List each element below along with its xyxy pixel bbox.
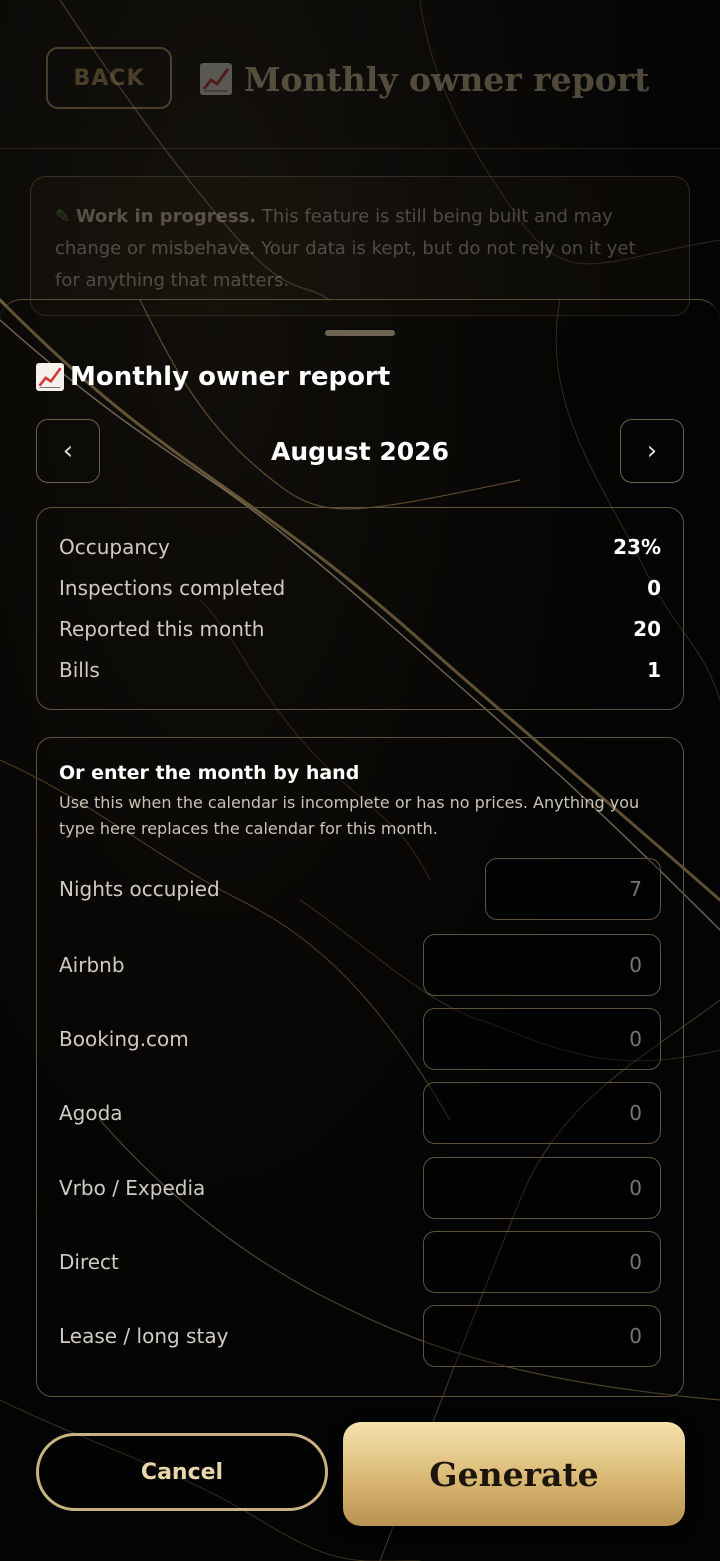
current-month: August 2026	[271, 436, 449, 466]
sheet-drag-handle[interactable]	[325, 330, 395, 336]
field-label: Lease / long stay	[59, 1324, 229, 1348]
background-page: BACK Monthly owner report ✎ Work in prog…	[0, 0, 720, 316]
pencil-icon: ✎	[55, 206, 71, 227]
stat-row: Inspections completed 0	[59, 567, 661, 608]
cancel-button[interactable]: Cancel	[36, 1433, 328, 1511]
field-nights-occupied: Nights occupied	[59, 858, 661, 920]
field-airbnb: Airbnb	[59, 934, 661, 996]
field-lease-long-stay: Lease / long stay	[59, 1305, 661, 1367]
stat-value: 20	[633, 616, 661, 641]
lease-long-stay-input[interactable]	[423, 1305, 661, 1367]
report-sheet: Monthly owner report ‹ August 2026 › Occ…	[0, 299, 720, 1561]
chart-increasing-icon	[200, 63, 232, 95]
month-navigator: ‹ August 2026 ›	[36, 419, 684, 483]
field-booking-com: Booking.com	[59, 1008, 661, 1070]
stat-value: 0	[647, 575, 661, 600]
stat-row: Bills 1	[59, 649, 661, 690]
notice-strong: Work in progress.	[75, 206, 257, 227]
sheet-title-text: Monthly owner report	[70, 362, 391, 392]
page-title-text: Monthly owner report	[244, 59, 650, 99]
vrbo-expedia-input[interactable]	[423, 1157, 661, 1219]
stat-label: Inspections completed	[59, 575, 286, 600]
back-button[interactable]: BACK	[46, 47, 172, 109]
field-agoda: Agoda	[59, 1082, 661, 1144]
chart-increasing-icon	[36, 363, 64, 391]
chevron-left-icon: ‹	[62, 436, 74, 466]
stats-card: Occupancy 23% Inspections completed 0 Re…	[36, 507, 684, 710]
field-label: Direct	[59, 1250, 119, 1274]
field-label: Vrbo / Expedia	[59, 1176, 206, 1200]
field-direct: Direct	[59, 1231, 661, 1293]
stat-row: Occupancy 23%	[59, 526, 661, 567]
stat-row: Reported this month 20	[59, 608, 661, 649]
work-in-progress-notice: ✎ Work in progress. This feature is stil…	[30, 176, 690, 316]
manual-entry-heading: Or enter the month by hand	[59, 762, 360, 784]
nights-occupied-input[interactable]	[485, 858, 661, 920]
page-title: Monthly owner report	[200, 54, 649, 104]
stat-label: Occupancy	[59, 534, 170, 559]
next-month-button[interactable]: ›	[620, 419, 684, 483]
booking-com-input[interactable]	[423, 1008, 661, 1070]
stat-label: Reported this month	[59, 616, 265, 641]
agoda-input[interactable]	[423, 1082, 661, 1144]
field-label: Agoda	[59, 1101, 123, 1125]
field-label: Nights occupied	[59, 877, 220, 901]
sheet-title: Monthly owner report	[36, 362, 390, 392]
header-divider	[0, 148, 720, 149]
stat-value: 23%	[613, 534, 661, 559]
stat-value: 1	[647, 657, 661, 682]
previous-month-button[interactable]: ‹	[36, 419, 100, 483]
direct-input[interactable]	[423, 1231, 661, 1293]
field-label: Booking.com	[59, 1027, 189, 1051]
generate-button[interactable]: Generate	[343, 1422, 685, 1526]
airbnb-input[interactable]	[423, 934, 661, 996]
field-vrbo-expedia: Vrbo / Expedia	[59, 1157, 661, 1219]
chevron-right-icon: ›	[646, 436, 658, 466]
stat-label: Bills	[59, 657, 100, 682]
field-label: Airbnb	[59, 953, 125, 977]
manual-entry-card: Or enter the month by hand Use this when…	[36, 737, 684, 1397]
manual-entry-description: Use this when the calendar is incomplete…	[59, 793, 640, 838]
